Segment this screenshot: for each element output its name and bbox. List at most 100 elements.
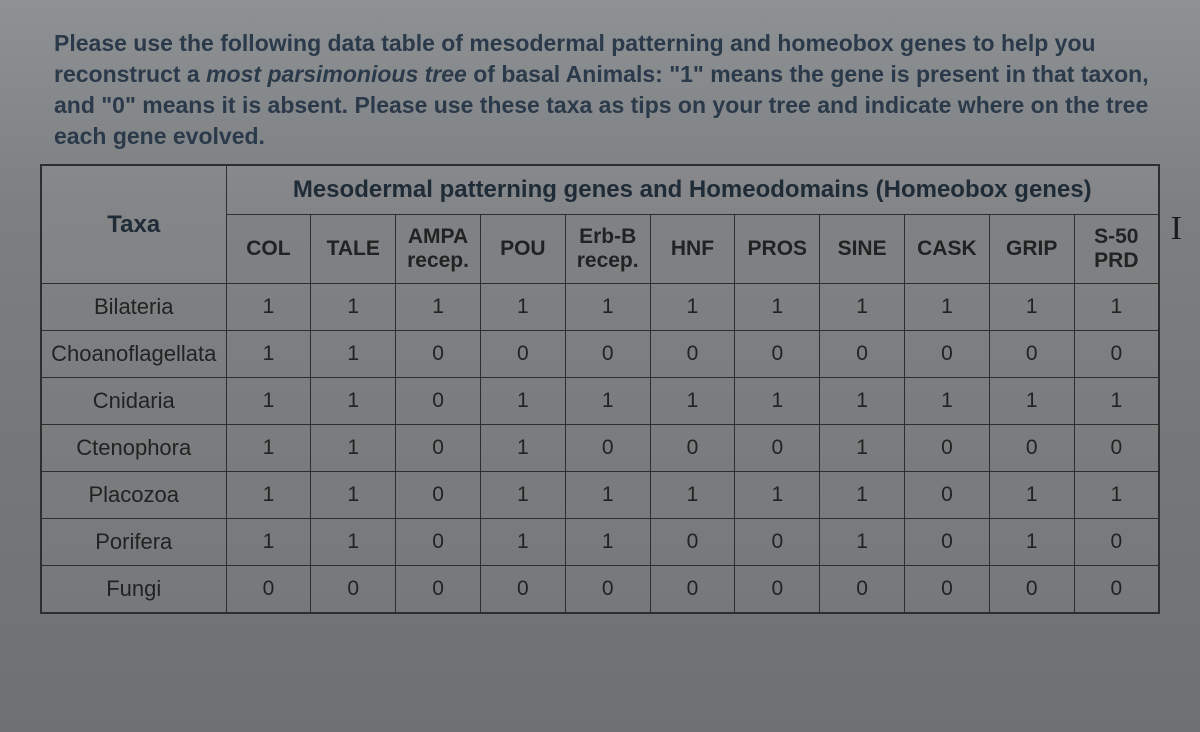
data-cell: 1 bbox=[311, 472, 396, 519]
data-cell: 1 bbox=[820, 425, 905, 472]
data-cell: 0 bbox=[1074, 331, 1159, 378]
data-cell: 1 bbox=[650, 472, 735, 519]
data-cell: 1 bbox=[480, 519, 565, 566]
taxon-name: Ctenophora bbox=[41, 425, 226, 472]
data-cell: 1 bbox=[1074, 472, 1159, 519]
table-row: Choanoflagellata11000000000 bbox=[41, 331, 1159, 378]
taxon-name: Bilateria bbox=[41, 284, 226, 331]
data-cell: 0 bbox=[480, 566, 565, 614]
data-cell: 1 bbox=[311, 425, 396, 472]
data-cell: 1 bbox=[989, 284, 1074, 331]
data-cell: 0 bbox=[989, 425, 1074, 472]
data-cell: 0 bbox=[396, 519, 481, 566]
taxon-name: Choanoflagellata bbox=[41, 331, 226, 378]
data-cell: 1 bbox=[480, 425, 565, 472]
column-header: GRIP bbox=[989, 215, 1074, 284]
column-header: POU bbox=[480, 215, 565, 284]
data-cell: 0 bbox=[735, 331, 820, 378]
data-cell: 0 bbox=[735, 566, 820, 614]
data-cell: 0 bbox=[311, 566, 396, 614]
data-cell: 0 bbox=[650, 425, 735, 472]
data-cell: 0 bbox=[480, 331, 565, 378]
table-banner: Mesodermal patterning genes and Homeodom… bbox=[226, 165, 1159, 215]
table-row: Bilateria11111111111 bbox=[41, 284, 1159, 331]
text-cursor-icon: I bbox=[1171, 210, 1182, 248]
data-cell: 1 bbox=[226, 425, 311, 472]
data-cell: 0 bbox=[565, 566, 650, 614]
data-cell: 1 bbox=[989, 472, 1074, 519]
data-cell: 1 bbox=[565, 472, 650, 519]
data-cell: 0 bbox=[905, 566, 990, 614]
data-cell: 1 bbox=[396, 284, 481, 331]
data-cell: 0 bbox=[396, 566, 481, 614]
data-cell: 1 bbox=[1074, 378, 1159, 425]
data-cell: 0 bbox=[226, 566, 311, 614]
taxon-name: Fungi bbox=[41, 566, 226, 614]
data-cell: 1 bbox=[480, 284, 565, 331]
data-cell: 0 bbox=[820, 331, 905, 378]
column-header: AMPA recep. bbox=[396, 215, 481, 284]
data-cell: 0 bbox=[905, 472, 990, 519]
column-header: TALE bbox=[311, 215, 396, 284]
data-cell: 1 bbox=[565, 378, 650, 425]
data-cell: 1 bbox=[735, 378, 820, 425]
data-cell: 1 bbox=[820, 284, 905, 331]
column-header: COL bbox=[226, 215, 311, 284]
data-cell: 0 bbox=[650, 519, 735, 566]
table-body: Bilateria11111111111Choanoflagellata1100… bbox=[41, 284, 1159, 614]
data-cell: 0 bbox=[565, 331, 650, 378]
data-cell: 0 bbox=[989, 331, 1074, 378]
data-cell: 1 bbox=[735, 472, 820, 519]
data-cell: 1 bbox=[820, 519, 905, 566]
data-cell: 0 bbox=[396, 378, 481, 425]
column-header: S-50 PRD bbox=[1074, 215, 1159, 284]
data-cell: 1 bbox=[565, 519, 650, 566]
data-cell: 1 bbox=[311, 331, 396, 378]
data-cell: 1 bbox=[226, 472, 311, 519]
data-cell: 1 bbox=[226, 519, 311, 566]
data-cell: 1 bbox=[1074, 284, 1159, 331]
data-cell: 0 bbox=[650, 566, 735, 614]
table-row: Fungi00000000000 bbox=[41, 566, 1159, 614]
taxon-name: Porifera bbox=[41, 519, 226, 566]
data-cell: 1 bbox=[650, 284, 735, 331]
data-cell: 1 bbox=[226, 284, 311, 331]
table-row: Cnidaria11011111111 bbox=[41, 378, 1159, 425]
data-cell: 1 bbox=[735, 284, 820, 331]
data-cell: 0 bbox=[650, 331, 735, 378]
instructions-text: Please use the following data table of m… bbox=[40, 28, 1160, 152]
data-cell: 0 bbox=[989, 566, 1074, 614]
taxa-header: Taxa bbox=[41, 165, 226, 284]
data-cell: 1 bbox=[989, 378, 1074, 425]
column-header: PROS bbox=[735, 215, 820, 284]
column-header: CASK bbox=[905, 215, 990, 284]
table-row: Placozoa11011111011 bbox=[41, 472, 1159, 519]
data-cell: 1 bbox=[480, 472, 565, 519]
column-header: Erb-B recep. bbox=[565, 215, 650, 284]
data-cell: 0 bbox=[396, 472, 481, 519]
taxon-name: Cnidaria bbox=[41, 378, 226, 425]
column-header: SINE bbox=[820, 215, 905, 284]
data-cell: 1 bbox=[480, 378, 565, 425]
data-cell: 1 bbox=[226, 331, 311, 378]
data-cell: 0 bbox=[820, 566, 905, 614]
data-cell: 0 bbox=[565, 425, 650, 472]
data-cell: 0 bbox=[905, 331, 990, 378]
gene-table: Taxa Mesodermal patterning genes and Hom… bbox=[40, 164, 1160, 614]
data-cell: 1 bbox=[311, 378, 396, 425]
column-header: HNF bbox=[650, 215, 735, 284]
data-cell: 1 bbox=[989, 519, 1074, 566]
data-cell: 0 bbox=[735, 425, 820, 472]
data-cell: 0 bbox=[905, 519, 990, 566]
data-cell: 1 bbox=[226, 378, 311, 425]
data-cell: 1 bbox=[565, 284, 650, 331]
data-cell: 0 bbox=[735, 519, 820, 566]
data-cell: 1 bbox=[905, 284, 990, 331]
data-cell: 1 bbox=[820, 378, 905, 425]
data-cell: 0 bbox=[1074, 519, 1159, 566]
data-cell: 0 bbox=[396, 331, 481, 378]
data-cell: 1 bbox=[905, 378, 990, 425]
table-row: Ctenophora11010001000 bbox=[41, 425, 1159, 472]
data-cell: 1 bbox=[650, 378, 735, 425]
data-cell: 1 bbox=[311, 519, 396, 566]
